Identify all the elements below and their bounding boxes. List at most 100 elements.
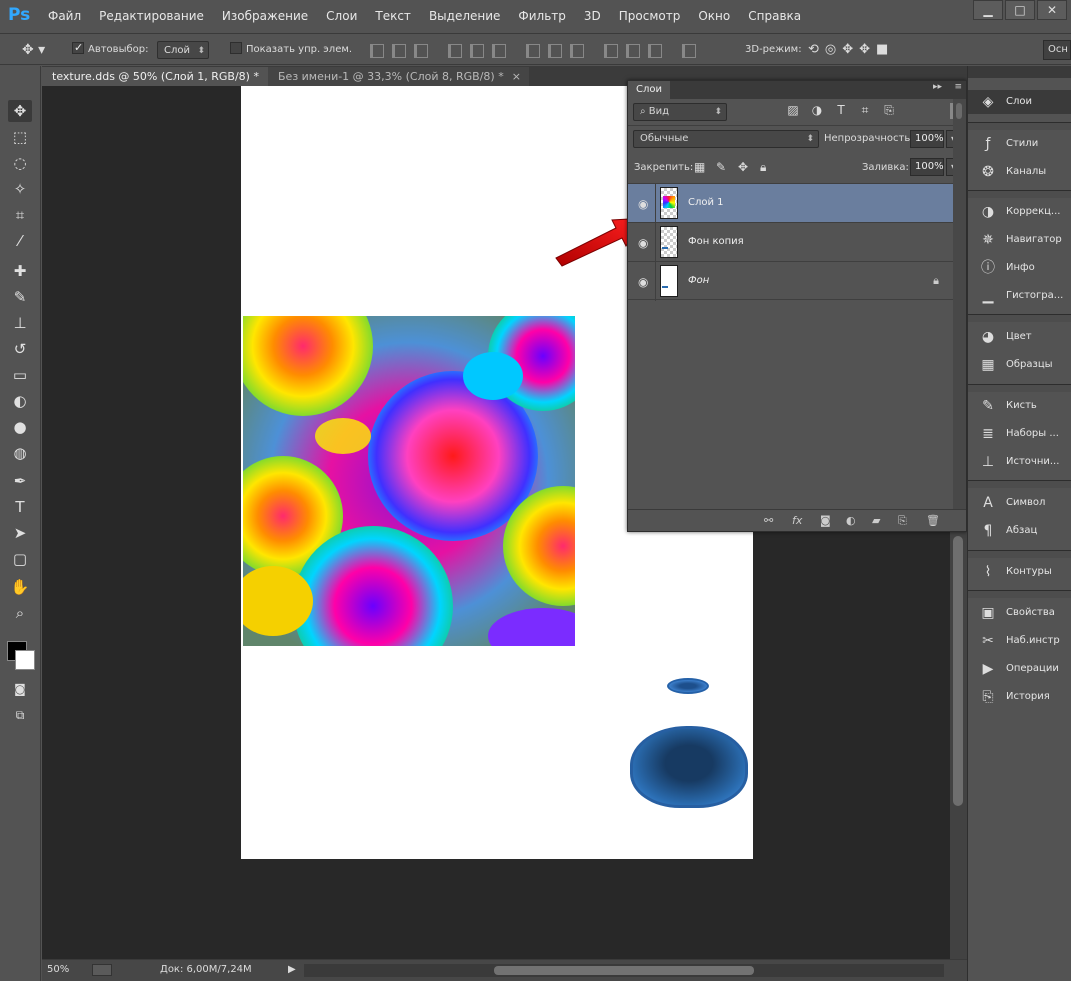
distribute-left-icon[interactable] (604, 44, 618, 58)
filter-pixel-icon[interactable]: ▨ (786, 103, 800, 117)
dock-item[interactable]: ❂ Каналы (968, 160, 1071, 184)
link-layers-icon[interactable]: ⚯ (764, 514, 773, 527)
blend-mode-select[interactable]: Обычные (633, 130, 819, 148)
add-mask-icon[interactable]: ◙ (820, 514, 831, 527)
zoom-tool-icon[interactable]: ⌕ (8, 602, 32, 624)
zoom-level[interactable]: 50% (47, 964, 69, 975)
layer-row-fon[interactable]: ◉ Фон 🔒︎ (628, 261, 953, 301)
distribute-bottom-icon[interactable] (570, 44, 584, 58)
filter-kind-select[interactable]: ⌕ Вид (633, 103, 727, 121)
tab-close-icon[interactable]: × (512, 70, 521, 83)
delete-layer-icon[interactable]: 🗑︎ (926, 514, 940, 527)
align-bottom-icon[interactable] (414, 44, 428, 58)
dock-item[interactable]: ⌇ Контуры (968, 560, 1071, 584)
paint-bucket-tool-icon[interactable]: ◐ (8, 390, 32, 412)
menu-item[interactable]: Редактирование (99, 9, 204, 23)
layers-scroll-thumb[interactable] (956, 103, 962, 119)
align-hcenter-icon[interactable] (470, 44, 484, 58)
dock-item[interactable]: A Символ (968, 491, 1071, 515)
dodge-tool-icon[interactable]: ◍ (8, 442, 32, 464)
background-color-swatch[interactable] (15, 650, 35, 670)
filter-adjustment-icon[interactable]: ◑ (810, 103, 824, 117)
menu-item[interactable]: Текст (375, 9, 411, 23)
type-tool-icon[interactable]: T (8, 496, 32, 518)
eraser-tool-icon[interactable]: ▭ (8, 364, 32, 386)
dock-item[interactable]: ✵ Навигатор (968, 228, 1071, 252)
menu-item[interactable]: Слои (326, 9, 357, 23)
align-left-icon[interactable] (448, 44, 462, 58)
dock-item[interactable]: ◕ Цвет (968, 325, 1071, 349)
dock-item[interactable]: ◑ Коррекц... (968, 200, 1071, 224)
quick-mask-icon[interactable]: ◙ (8, 678, 32, 700)
menu-item[interactable]: Изображение (222, 9, 308, 23)
move-tool-icon[interactable]: ✥ (8, 100, 32, 122)
collapse-icon[interactable]: ▸▸ (933, 82, 942, 92)
layers-scrollbar[interactable] (953, 99, 966, 511)
align-top-icon[interactable] (370, 44, 384, 58)
autoselect-select[interactable]: Слой (157, 41, 209, 60)
menu-item[interactable]: 3D (584, 9, 601, 23)
new-adjustment-icon[interactable]: ◐ (846, 514, 856, 527)
eyedropper-tool-icon[interactable]: ⁄ (8, 230, 32, 252)
align-vcenter-icon[interactable] (392, 44, 406, 58)
stamp-tool-icon[interactable]: ⊥ (8, 312, 32, 334)
dock-item[interactable]: ▦ Образцы (968, 353, 1071, 377)
history-brush-tool-icon[interactable]: ↺ (8, 338, 32, 360)
horizontal-scroll-thumb[interactable] (494, 966, 754, 975)
dock-item[interactable]: ▣ Свойства (968, 601, 1071, 625)
layer-row-fon-kopiya[interactable]: ◉ Фон копия (628, 222, 953, 262)
align-right-icon[interactable] (492, 44, 506, 58)
eye-icon[interactable]: ◉ (638, 236, 648, 250)
dock-item[interactable]: ⊥ Источни... (968, 450, 1071, 474)
horizontal-scrollbar[interactable] (304, 964, 944, 977)
menu-item[interactable]: Фильтр (518, 9, 565, 23)
distribute-top-icon[interactable] (526, 44, 540, 58)
lasso-tool-icon[interactable]: ◌ (8, 152, 32, 174)
layers-tab[interactable]: Слои (628, 81, 670, 99)
dock-item[interactable]: ▁ Гистогра... (968, 284, 1071, 308)
filter-type-icon[interactable]: T (834, 103, 848, 117)
new-group-icon[interactable]: ▰ (872, 514, 880, 527)
pen-tool-icon[interactable]: ✒ (8, 470, 32, 492)
quick-select-tool-icon[interactable]: ✧ (8, 178, 32, 200)
screen-mode-icon[interactable]: ⧉ (8, 704, 32, 726)
healing-brush-tool-icon[interactable]: ✚ (8, 260, 32, 282)
show-transform-checkbox[interactable]: Показать упр. элем. (230, 41, 352, 59)
dock-item[interactable]: ⓘ Инфо (968, 256, 1071, 280)
autoselect-checkbox[interactable]: Автовыбор: (72, 39, 148, 59)
filter-shape-icon[interactable]: ⌗ (858, 103, 872, 117)
workspace-button[interactable]: Осн (1043, 40, 1071, 60)
close-button[interactable]: ✕ (1037, 0, 1067, 20)
fill-input[interactable]: 100% (910, 158, 944, 176)
layer-style-icon[interactable]: fx (792, 514, 802, 527)
distribute-vcenter-icon[interactable] (548, 44, 562, 58)
panel-menu-icon[interactable]: ≡ (954, 82, 962, 92)
dock-item[interactable]: ◈ Слои (968, 90, 1071, 114)
status-menu-arrow-icon[interactable]: ▶ (288, 964, 296, 975)
dock-item[interactable]: ƒ Стили (968, 132, 1071, 156)
new-layer-icon[interactable]: ⎘ (898, 514, 907, 528)
mode3d-icons[interactable]: ⟲◎✥✥■ (808, 41, 894, 59)
filter-smart-object-icon[interactable]: ⎘ (882, 103, 896, 117)
menu-item[interactable]: Выделение (429, 9, 500, 23)
status-icon[interactable] (92, 964, 112, 976)
lock-pixels-icon[interactable]: ✎ (716, 160, 726, 174)
layer-row-sloi-1[interactable]: ◉ Слой 1 (628, 183, 953, 223)
dock-item[interactable]: ✂ Наб.инстр (968, 629, 1071, 653)
opacity-input[interactable]: 100% (910, 130, 944, 148)
vertical-scroll-thumb[interactable] (953, 536, 963, 806)
dock-item[interactable]: ▶ Операции (968, 657, 1071, 681)
menu-item[interactable]: Окно (698, 9, 730, 23)
path-select-tool-icon[interactable]: ➤ (8, 522, 32, 544)
dock-item[interactable]: ⎘ История (968, 685, 1071, 709)
menu-item[interactable]: Файл (48, 9, 81, 23)
distribute-right-icon[interactable] (648, 44, 662, 58)
menu-item[interactable]: Справка (748, 9, 801, 23)
blur-tool-icon[interactable]: ● (8, 416, 32, 438)
lock-transparency-icon[interactable]: ▦ (694, 160, 705, 174)
maximize-button[interactable]: □ (1005, 0, 1035, 20)
visibility-cell[interactable]: ◉ (628, 262, 656, 301)
brush-tool-icon[interactable]: ✎ (8, 286, 32, 308)
auto-align-icon[interactable] (682, 44, 696, 58)
dock-item[interactable]: ✎ Кисть (968, 394, 1071, 418)
